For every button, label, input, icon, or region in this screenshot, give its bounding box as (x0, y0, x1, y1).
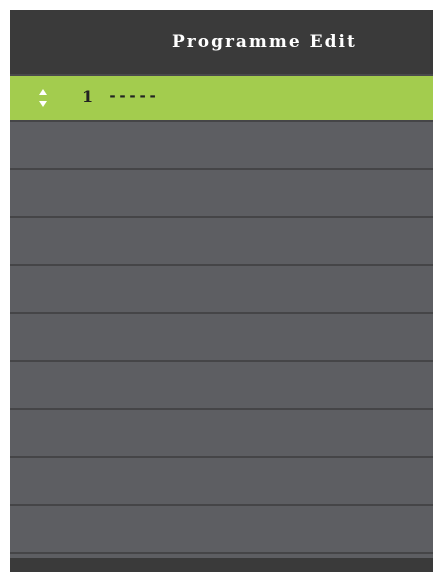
programme-row[interactable] (10, 506, 433, 554)
header-bar: Programme Edit (10, 10, 433, 74)
programme-row[interactable]: 1 ----- (10, 76, 433, 122)
programme-edit-screen: Programme Edit 1 ----- (10, 10, 433, 572)
programme-row[interactable] (10, 122, 433, 170)
programme-list: 1 ----- (10, 76, 433, 558)
programme-row[interactable] (10, 218, 433, 266)
programme-row[interactable] (10, 362, 433, 410)
programme-row[interactable] (10, 410, 433, 458)
programme-row[interactable] (10, 314, 433, 362)
page-title: Programme Edit (172, 32, 357, 52)
programme-row[interactable] (10, 458, 433, 506)
programme-row[interactable] (10, 170, 433, 218)
programme-number: 1 (82, 87, 94, 106)
programme-name: ----- (108, 87, 159, 105)
footer-bar (10, 558, 433, 572)
up-down-arrows-icon (38, 88, 48, 108)
programme-row[interactable] (10, 266, 433, 314)
